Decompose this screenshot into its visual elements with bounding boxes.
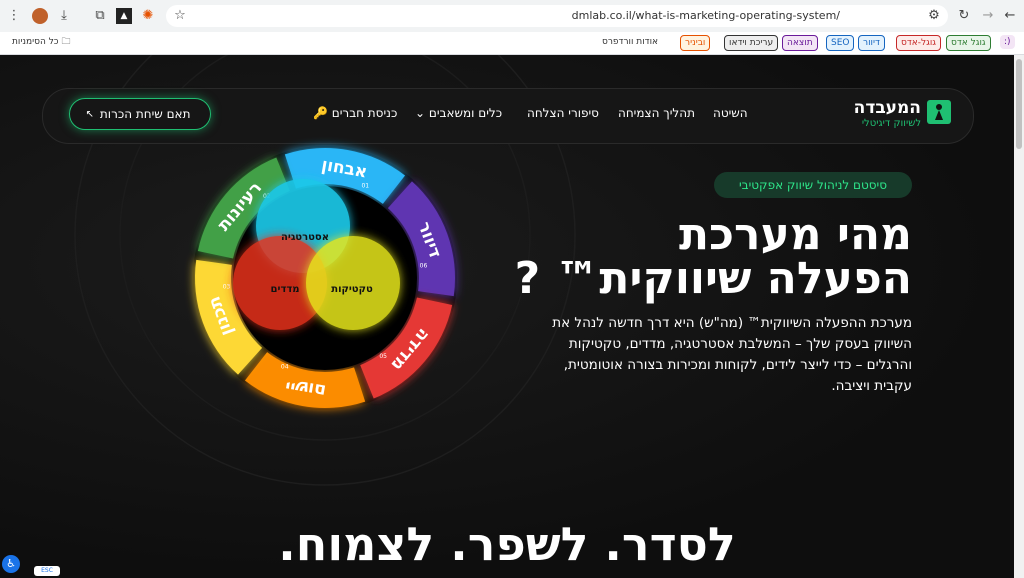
address-bar[interactable]: ☆ dmlab.co.il/what-is-marketing-operatin… — [166, 5, 948, 27]
wheel-segment-number: 01 — [361, 183, 369, 190]
tactics-circle — [306, 236, 400, 330]
logo[interactable]: המעבדה לשיווק דיגיטלי — [849, 98, 951, 132]
all-bookmarks[interactable]: כל הסימניות 🗀 — [8, 35, 74, 49]
reload-icon[interactable]: ↻ — [956, 8, 972, 24]
section-title: לסדר. לשפר. לצמוח. — [278, 517, 736, 571]
back-icon[interactable]: ← — [1002, 8, 1018, 24]
esc-badge[interactable]: ESC — [34, 566, 60, 576]
bookmark-emoji[interactable]: :) — [1000, 35, 1015, 49]
hero-description: מערכת ההפעלה השיווקית™ (מה"ש) היא דרך חד… — [552, 315, 912, 394]
logo-mark — [927, 100, 951, 124]
circle-label: טקטיקות — [331, 284, 373, 295]
page-content: ↖ תאם שיחת הכרות 🔑 כניסת חברים ⌄ כלים ומ… — [0, 55, 1014, 578]
arrow-icon: ↖ — [85, 108, 94, 120]
folder-icon: 🗀 — [61, 37, 71, 47]
nav-method[interactable]: השיטה — [713, 106, 748, 120]
scrollbar[interactable] — [1014, 55, 1024, 578]
accessibility-icon[interactable]: ♿ — [2, 555, 20, 573]
extension-gear-icon[interactable]: ✺ — [140, 8, 156, 24]
logo-text: המעבדה — [853, 98, 921, 118]
bookmark-wordpress-label: אודות וורדפרס — [602, 37, 659, 47]
bookmark-item[interactable]: תוצאה — [782, 35, 818, 51]
avatar[interactable] — [32, 8, 48, 24]
site-settings-icon[interactable]: ⚙ — [926, 8, 942, 24]
circle-label: אסטרטגיה — [281, 232, 329, 243]
forward-icon[interactable]: → — [980, 8, 996, 24]
mos-wheel-graphic: אבחון01דיוור06מדידה05יישום04תכנון03רעיונ… — [193, 146, 457, 410]
menu-icon[interactable]: ⋮ — [6, 8, 22, 24]
bookmark-item[interactable]: SEO — [826, 35, 855, 51]
wheel-segment-number: 06 — [420, 263, 428, 270]
hero-title-line1: מהי מערכת — [679, 209, 912, 260]
hero-title-line2: הפעלה שיווקית™ ? — [514, 253, 912, 304]
bookmarks-bar: כל הסימניות 🗀 אודות וורדפרס ⊞ :) גוגל אד… — [0, 32, 1024, 55]
extensions-icon[interactable]: ⧉ — [92, 8, 108, 24]
url-text: dmlab.co.il/what-is-marketing-operating-… — [571, 9, 840, 22]
bookmark-item[interactable]: גוגל אדס — [946, 35, 991, 51]
wheel-segment-number: 03 — [223, 283, 231, 290]
nav-success-stories[interactable]: סיפורי הצלחה — [527, 106, 599, 120]
circle-label: מדדים — [271, 284, 300, 295]
hero-badge: סיסטם לניהול שיווק אפקטיבי — [714, 172, 912, 198]
bookmark-item[interactable]: דיוור — [858, 35, 885, 51]
extension-icon[interactable]: ▲ — [116, 8, 132, 24]
bookmark-item[interactable]: וביניר — [680, 35, 711, 51]
bookmark-item[interactable]: עריכת וידאו — [724, 35, 779, 51]
nav-growth-process[interactable]: תהליך הצמיחה — [618, 106, 695, 120]
wheel-segment-number: 04 — [281, 363, 289, 370]
hero-title: מהי מערכת הפעלה שיווקית™ ? — [500, 213, 912, 301]
scrollbar-thumb[interactable] — [1016, 59, 1022, 149]
all-bookmarks-label: כל הסימניות — [12, 37, 59, 47]
star-icon[interactable]: ☆ — [172, 8, 188, 24]
bookmark-item[interactable]: גוגל-אדס — [896, 35, 942, 51]
browser-toolbar: ⋮ ⤓ ⧉ ▲ ✺ ☆ dmlab.co.il/what-is-marketin… — [0, 0, 1024, 32]
bookmark-wordpress[interactable]: אודות וורדפרס — [598, 35, 662, 49]
logo-subtitle: לשיווק דיגיטלי — [861, 118, 921, 129]
wheel-segment-number: 05 — [379, 353, 387, 360]
download-icon[interactable]: ⤓ — [56, 8, 72, 24]
